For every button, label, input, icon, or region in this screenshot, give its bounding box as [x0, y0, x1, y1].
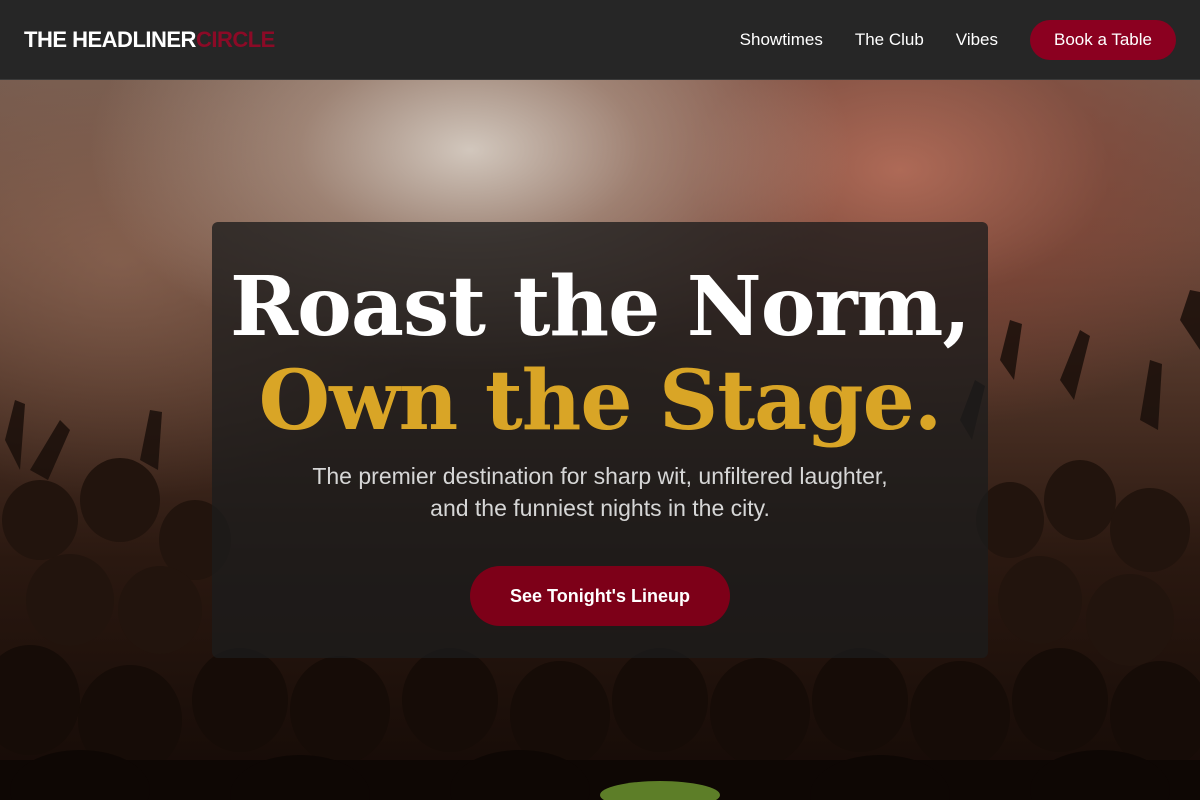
nav-link-vibes[interactable]: Vibes: [956, 30, 998, 50]
nav-links: Showtimes The Club Vibes Book a Table: [740, 19, 1176, 60]
brand-name-accent: CIRCLE: [195, 26, 275, 52]
nav-link-showtimes[interactable]: Showtimes: [740, 30, 823, 50]
hero-subtitle: The premier destination for sharp wit, u…: [260, 460, 940, 524]
brand-logo[interactable]: THE HEADLINERCIRCLE: [24, 27, 275, 53]
hero-subtitle-line1: The premier destination for sharp wit, u…: [312, 463, 888, 489]
book-table-button[interactable]: Book a Table: [1030, 19, 1176, 60]
hero-headline-line2: Own the Stage.: [258, 353, 943, 449]
top-navbar: THE HEADLINERCIRCLE Showtimes The Club V…: [0, 0, 1200, 80]
nav-link-the-club[interactable]: The Club: [855, 30, 924, 50]
hero-headline-line1: Roast the Norm,: [230, 259, 971, 355]
hero-card: Roast the Norm, Own the Stage. The premi…: [212, 222, 988, 658]
brand-name-main: THE HEADLINER: [24, 26, 196, 52]
see-lineup-button[interactable]: See Tonight's Lineup: [470, 566, 730, 626]
hero-subtitle-line2: and the funniest nights in the city.: [430, 495, 770, 521]
